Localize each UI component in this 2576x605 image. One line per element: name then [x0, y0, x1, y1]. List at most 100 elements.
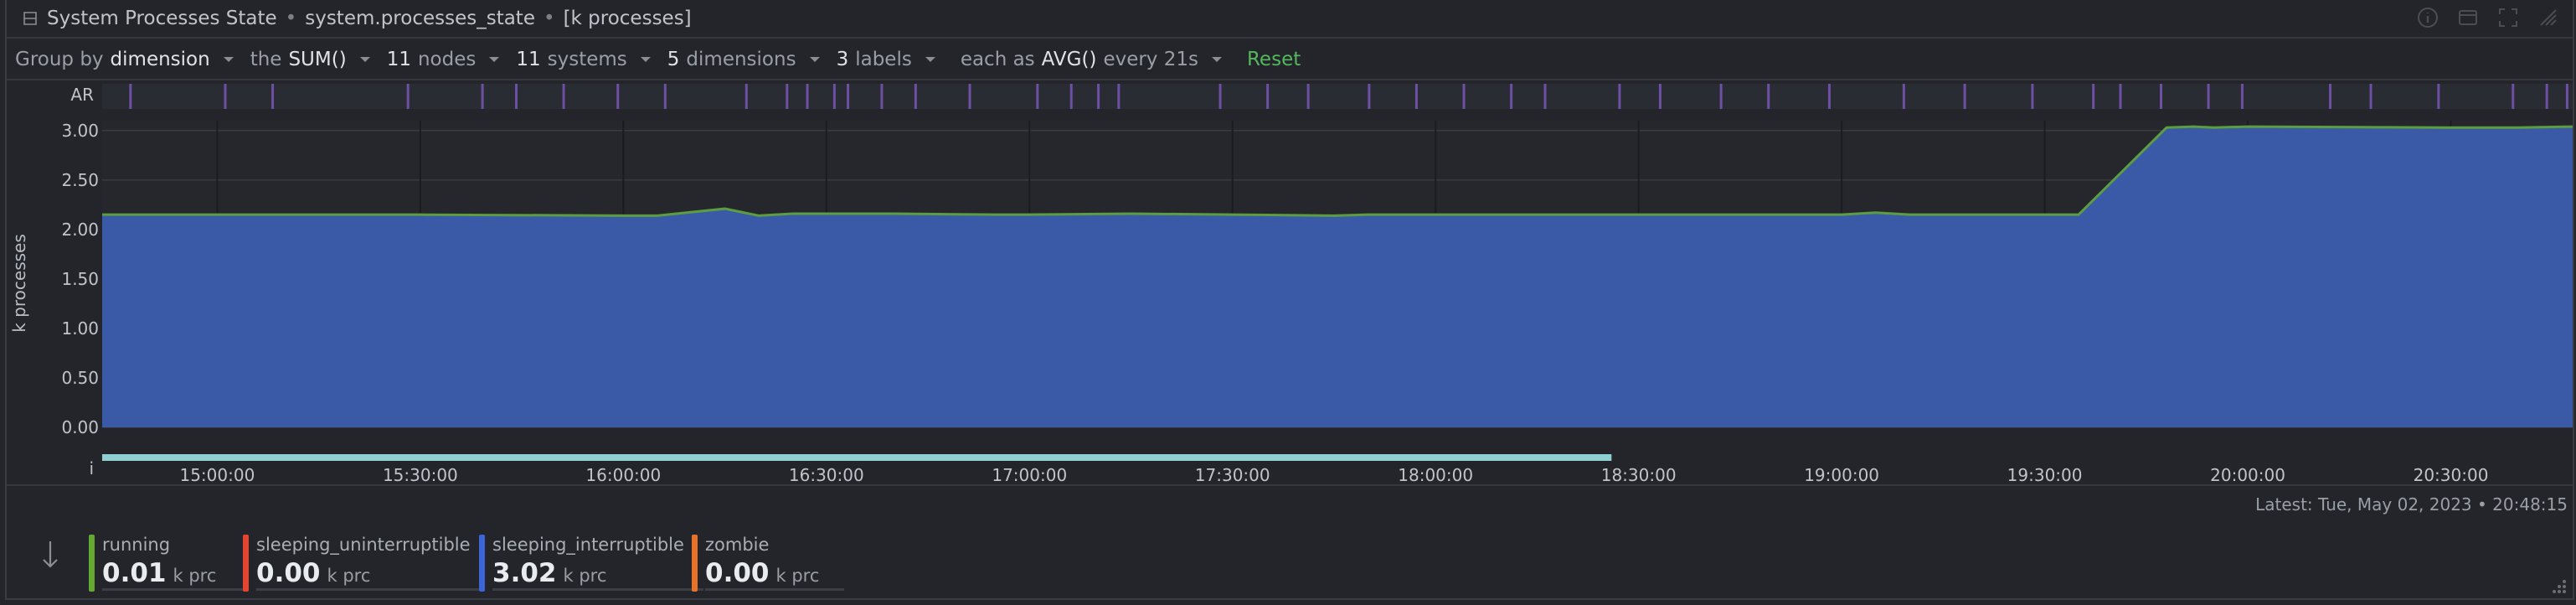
systems-label: systems [547, 49, 627, 70]
anomaly-marker [2240, 84, 2244, 109]
labels-label: labels [855, 49, 912, 70]
nodes-dropdown[interactable]: 11 nodes [387, 49, 502, 70]
reset-button[interactable]: Reset [1247, 49, 1301, 70]
legend-number: 0.01 [102, 558, 167, 588]
anomaly-marker [786, 84, 789, 109]
chart-toolbar: Group by dimension the SUM() 11 nodes 11… [7, 40, 2573, 80]
anomaly-marker [2031, 84, 2034, 109]
title-separator: • [285, 8, 297, 29]
x-tick-label: 15:30:00 [383, 465, 458, 484]
anomaly-marker [1462, 84, 1466, 109]
legend-unit: k prc [563, 566, 607, 586]
chart-legend: running 0.01 k prc sleeping_uninterruptible… [7, 520, 2573, 600]
legend-unit: k prc [327, 566, 371, 586]
legend-unit: k prc [775, 566, 820, 586]
anomaly-marker [1218, 84, 1222, 109]
anomaly-label: AR [70, 85, 94, 105]
y-tick-label: 0.50 [61, 368, 99, 388]
aggregation-prefix: the [250, 49, 282, 70]
anomaly-marker [1963, 84, 1966, 109]
anomaly-marker [515, 84, 518, 109]
time-aggregation-dropdown[interactable]: each as AVG() every 21s [961, 49, 1224, 70]
anomaly-marker [1658, 84, 1662, 109]
group-by-dropdown[interactable]: Group by dimension [15, 49, 235, 70]
anomaly-marker [1368, 84, 1371, 109]
anomaly-marker [968, 84, 971, 109]
drag-handle-icon[interactable] [2536, 5, 2561, 30]
chevron-down-icon [925, 57, 935, 62]
x-tick-label: 16:00:00 [585, 465, 661, 484]
anomaly-marker [2512, 84, 2515, 109]
legend-number: 0.00 [705, 558, 770, 588]
chart-type-icon [23, 12, 37, 25]
group-by-value: dimension [110, 49, 210, 70]
labels-dropdown[interactable]: 3 labels [837, 49, 937, 70]
anomaly-marker [2207, 84, 2210, 109]
legend-swatch [479, 535, 485, 592]
nodes-count: 11 [386, 49, 411, 70]
legend-name: running [102, 535, 171, 555]
anomaly-marker [2545, 84, 2548, 109]
y-tick-label: 1.50 [61, 269, 99, 289]
chevron-down-icon [489, 57, 500, 62]
anomaly-marker [663, 84, 667, 109]
title-separator: • [543, 8, 555, 29]
systems-count: 11 [516, 49, 541, 70]
every-label: every 21s [1103, 49, 1198, 70]
anomaly-marker [1510, 84, 1513, 109]
dimensions-dropdown[interactable]: 5 dimensions [667, 49, 822, 70]
arrow-down-icon[interactable] [39, 538, 62, 571]
anomaly-marker [2437, 84, 2440, 109]
x-tick-label: 19:00:00 [1804, 465, 1879, 484]
each-value: AVG() [1041, 49, 1097, 70]
anomaly-marker [1618, 84, 1621, 109]
info-icon[interactable] [2415, 5, 2440, 30]
resize-handle-icon[interactable] [2548, 575, 2568, 595]
x-tick-label: 18:30:00 [1601, 465, 1677, 484]
chart-plot[interactable]: 0.000.501.001.502.002.503.00 15:00:00 15:… [7, 80, 2573, 484]
x-tick-label: 20:30:00 [2414, 465, 2489, 484]
legend-underline [705, 588, 844, 591]
y-tick-label: 1.00 [61, 318, 99, 339]
anomaly-marker [2565, 84, 2568, 109]
chevron-down-icon [223, 57, 234, 62]
aggregation-dropdown[interactable]: the SUM() [250, 49, 372, 70]
x-tick-label: 16:30:00 [789, 465, 864, 484]
chevron-down-icon [359, 57, 370, 62]
legend-underline [256, 588, 481, 591]
chart-title: System Processes State • system.processe… [22, 8, 692, 29]
anomaly-marker [1069, 84, 1073, 109]
x-tick-label: 18:00:00 [1398, 465, 1473, 484]
legend-underline [492, 588, 703, 591]
chart-header: System Processes State • system.processe… [7, 0, 2573, 39]
fullscreen-icon[interactable] [2496, 5, 2521, 30]
anomaly-marker [1902, 84, 1905, 109]
anomaly-marker [880, 84, 884, 109]
chevron-down-icon [640, 57, 651, 62]
y-tick-label: 2.00 [61, 220, 99, 240]
each-prefix: each as [960, 49, 1035, 70]
anomaly-marker [1543, 84, 1547, 109]
anomaly-marker [1117, 84, 1121, 109]
y-tick-label: 0.00 [61, 417, 99, 437]
dimensions-count: 5 [667, 49, 680, 70]
x-tick-label: 20:00:00 [2210, 465, 2285, 484]
anomaly-band-background [102, 84, 2573, 109]
x-tick-label: 17:00:00 [992, 465, 1067, 484]
legend-value: 0.00 k prc [256, 558, 370, 588]
anomaly-marker [406, 84, 410, 109]
legend-swatch [692, 535, 698, 592]
legend-name: sleeping_interruptible [492, 535, 684, 555]
aggregation-value: SUM() [288, 49, 347, 70]
group-by-prefix: Group by [15, 49, 104, 70]
systems-dropdown[interactable]: 11 systems [516, 49, 652, 70]
anomaly-marker [1266, 84, 1270, 109]
anomaly-marker [744, 84, 748, 109]
chart-units: [k processes] [563, 8, 692, 29]
anomaly-marker [224, 84, 227, 109]
legend-divider [7, 484, 2573, 486]
y-tick-label: 3.00 [61, 121, 99, 141]
info-bar [102, 454, 1612, 461]
anomaly-marker [481, 84, 484, 109]
dashboard-add-icon[interactable] [2455, 5, 2481, 30]
